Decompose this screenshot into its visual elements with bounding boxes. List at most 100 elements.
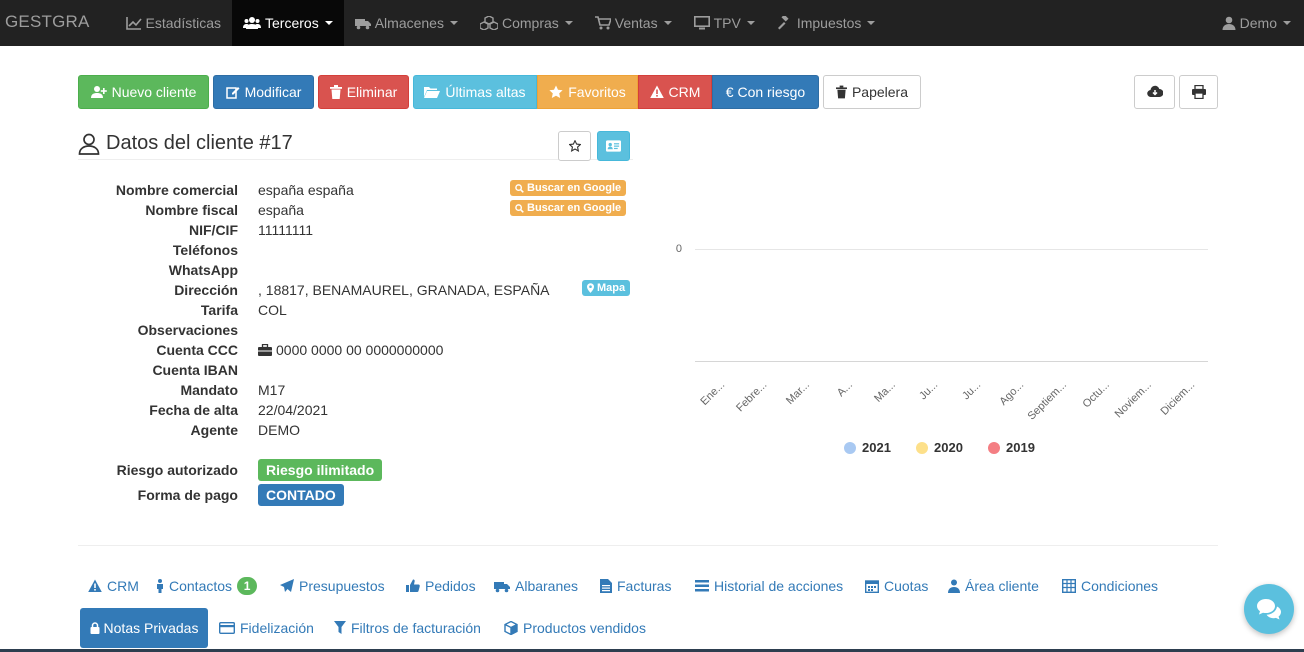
tab-presupuestos[interactable]: Presupuestos xyxy=(280,576,385,596)
nav-label: Estadísticas xyxy=(145,15,222,31)
field-value-fecha-alta: 22/04/2021 xyxy=(258,402,329,418)
brand-logo[interactable]: GESTGRA xyxy=(0,0,115,46)
tab-label: Área cliente xyxy=(965,578,1039,594)
tab-label: Notas Privadas xyxy=(103,620,199,636)
nav-almacenes[interactable]: Almacenes xyxy=(344,0,469,46)
field-label-telefonos: Teléfonos xyxy=(172,242,238,258)
filter-icon xyxy=(334,621,346,634)
google-search-label: Buscar en Google xyxy=(527,182,622,194)
chart-x-tick-label: Septiem... xyxy=(1025,379,1069,423)
folder-open-icon xyxy=(424,87,441,98)
chat-button[interactable] xyxy=(1244,584,1294,634)
print-button[interactable] xyxy=(1179,75,1218,109)
section-divider xyxy=(78,545,1218,546)
field-label-riesgo: Riesgo autorizado xyxy=(116,462,238,478)
cube-icon xyxy=(504,621,518,635)
chart-line-icon xyxy=(125,17,142,30)
tab-label: Fidelización xyxy=(240,620,314,636)
crm-button[interactable]: CRM xyxy=(638,75,712,109)
chart-x-tick-label: Ju... xyxy=(917,379,941,403)
tab-notas-privadas[interactable]: Notas Privadas xyxy=(80,608,208,648)
tab-label: Contactos xyxy=(169,578,233,594)
nav-terceros[interactable]: Terceros xyxy=(232,0,344,46)
field-label-fecha-alta: Fecha de alta xyxy=(149,402,238,418)
field-value-nif: 11111111 xyxy=(258,222,314,238)
tab-label: Cuotas xyxy=(884,578,929,594)
field-label-nif: NIF/CIF xyxy=(189,222,238,238)
tab-pedidos[interactable]: Pedidos xyxy=(406,576,476,596)
tab-crm[interactable]: CRM xyxy=(88,576,139,596)
nav-label: Impuestos xyxy=(796,15,862,31)
nav-label: Compras xyxy=(501,15,559,31)
user-menu[interactable]: Demo xyxy=(1211,0,1304,46)
tab-label: Facturas xyxy=(617,578,672,594)
legend-item-2021[interactable]: 2021 xyxy=(844,440,891,455)
field-label-observaciones: Observaciones xyxy=(137,322,238,338)
tab-facturas[interactable]: Facturas xyxy=(600,576,671,596)
chart-x-tick-label: Ene... xyxy=(698,379,727,408)
nav-estadisticas[interactable]: Estadísticas xyxy=(115,0,232,46)
google-search-button[interactable]: Buscar en Google xyxy=(510,200,627,216)
modify-button[interactable]: Modificar xyxy=(213,75,314,109)
new-client-button[interactable]: Nuevo cliente xyxy=(78,75,209,109)
nav-tpv[interactable]: TPV xyxy=(683,0,766,46)
tab-albaranes[interactable]: Albaranes xyxy=(494,576,578,596)
tab-condiciones[interactable]: Condiciones xyxy=(1062,576,1158,596)
tab-filtros-facturacion[interactable]: Filtros de facturación xyxy=(334,618,481,638)
field-value-cuenta-ccc: 0000 0000 00 0000000000 xyxy=(276,342,444,358)
tab-productos-vendidos[interactable]: Productos vendidos xyxy=(504,618,646,638)
legend-item-2020[interactable]: 2020 xyxy=(916,440,963,455)
nav-ventas[interactable]: Ventas xyxy=(584,0,683,46)
tab-contactos[interactable]: Contactos 1 xyxy=(156,576,258,596)
person-icon xyxy=(157,579,163,593)
nav-compras[interactable]: Compras xyxy=(469,0,584,46)
trash-bin-button[interactable]: Papelera xyxy=(823,75,921,109)
delete-button[interactable]: Eliminar xyxy=(318,75,409,109)
chevron-down-icon xyxy=(663,21,672,25)
nav-label: Almacenes xyxy=(374,15,444,31)
map-marker-icon xyxy=(587,283,594,293)
favorites-button[interactable]: Favoritos xyxy=(537,75,638,109)
legend-dot xyxy=(916,441,928,454)
chat-icon xyxy=(1257,599,1281,620)
tab-historial[interactable]: Historial de acciones xyxy=(695,576,843,596)
google-search-button[interactable]: Buscar en Google xyxy=(510,180,627,196)
field-label-tarifa: Tarifa xyxy=(200,302,238,318)
cloud-download-icon xyxy=(1146,85,1163,98)
button-label: Nuevo cliente xyxy=(111,84,197,100)
nav-impuestos[interactable]: Impuestos xyxy=(766,0,887,46)
gavel-icon xyxy=(777,16,789,30)
print-icon xyxy=(1191,85,1206,99)
chart-x-tick-label: Ago... xyxy=(997,379,1027,408)
field-label-direccion: Dirección xyxy=(174,282,238,298)
legend-item-2019[interactable]: 2019 xyxy=(988,440,1035,455)
map-button[interactable]: Mapa xyxy=(582,280,631,296)
user-icon xyxy=(948,579,960,593)
paper-plane-icon xyxy=(280,579,294,592)
chevron-down-icon xyxy=(324,21,333,25)
tab-area-cliente[interactable]: Área cliente xyxy=(948,576,1039,596)
chevron-down-icon xyxy=(746,21,755,25)
page-title: Datos del cliente #17 xyxy=(106,132,293,154)
chart-y-tick-label: 0 xyxy=(675,243,682,255)
user-outline-icon xyxy=(78,133,100,155)
field-value-mandato: M17 xyxy=(258,382,286,398)
contact-card-button[interactable] xyxy=(597,131,630,161)
legend-dot xyxy=(844,441,856,454)
tab-cuotas[interactable]: Cuotas xyxy=(865,576,928,596)
field-label-nombre-comercial: Nombre comercial xyxy=(115,182,238,198)
button-label: Modificar xyxy=(244,84,302,100)
thumbs-up-icon xyxy=(406,579,420,592)
download-button[interactable] xyxy=(1134,75,1175,109)
monitor-icon xyxy=(693,16,710,30)
list-icon xyxy=(695,580,709,592)
chart-x-tick-label: Ma... xyxy=(872,379,898,405)
tab-fidelizacion[interactable]: Fidelización xyxy=(219,618,314,638)
top-navbar: GESTGRA Estadísticas Terceros Almacenes … xyxy=(0,0,1304,46)
risk-button[interactable]: € Con riesgo xyxy=(712,75,819,109)
favorite-toggle-button[interactable] xyxy=(558,131,591,161)
latest-clients-button[interactable]: Últimas altas xyxy=(413,75,537,109)
calendar-icon xyxy=(865,580,879,593)
search-icon xyxy=(515,203,524,213)
warning-icon xyxy=(649,85,664,98)
